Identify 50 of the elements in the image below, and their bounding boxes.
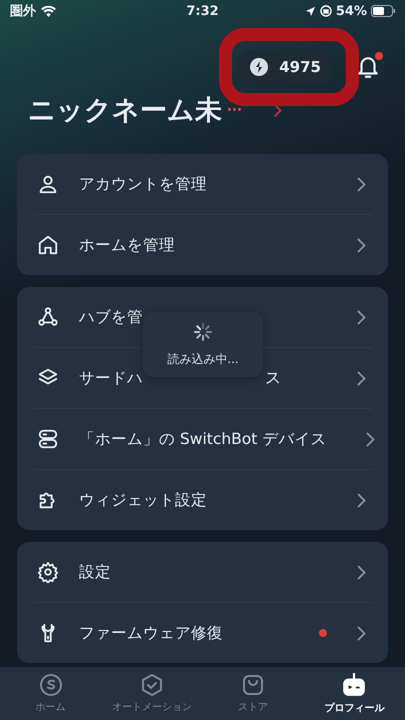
menu-item[interactable]: ウィジェット設定 [33,469,372,530]
menu-label: ホームを管理 [79,234,175,256]
chevron-icon [357,492,366,508]
menu-label: 設定 [79,562,111,582]
location-icon [304,6,316,16]
nickname-title[interactable]: ニックネーム未 [28,92,222,128]
points-badge[interactable]: 4975 [239,50,333,84]
chevron-icon [357,370,366,386]
loading-text: 読み込み中... [167,351,239,368]
wifi-icon [41,6,56,16]
menu-item[interactable]: アカウントを管理 [33,154,372,214]
battery-icon [371,5,395,17]
menu-item[interactable]: 設定 [33,542,372,602]
clock-text: 7:32 [186,4,219,18]
menu-label: ファームウェア修復 [79,622,223,644]
settings-icon [37,561,59,583]
chevron-icon [366,432,376,446]
battery-percent: 54% [336,4,367,18]
chevron-icon [357,564,366,580]
coin-icon [249,57,270,77]
menu-item[interactable]: ファームウェア修復 [33,602,372,663]
bag-icon [241,673,266,697]
menu-label: サードハ [79,368,143,388]
tab-item[interactable]: ホーム [0,667,102,720]
menu-label: ハブを管 [79,306,143,328]
menu-item[interactable]: 「ホーム」の SwitchBot デバイス [33,408,372,469]
menu-label: アカウントを管理 [79,174,207,194]
tab-item[interactable]: プロフィール [304,667,405,720]
chevron-icon [357,310,366,324]
ellipsis-text: ··· [226,98,241,122]
rotation-lock-icon [320,5,332,17]
chevron-icon [357,176,366,192]
house-icon [37,234,59,256]
hub-icon [37,306,59,328]
tab-item[interactable]: オートメーション [101,667,202,720]
menu-item[interactable]: ハブを管 [33,287,372,347]
robot-icon [341,672,368,698]
menu-label: ス [265,368,281,388]
check-badge-icon [140,673,164,697]
chevron-icon [357,238,366,252]
carrier-text: 圏外 [10,3,36,20]
chevron-icon [357,626,366,640]
menu-item[interactable]: ホームを管理 [33,214,372,275]
switch-icon [37,428,59,450]
person-icon [37,173,59,195]
spinner-icon [192,321,214,343]
menu-label: ウィジェット設定 [79,490,207,510]
tab-item[interactable]: ストア [202,667,304,720]
coin-icon [38,673,63,697]
menu-label: 「ホーム」の SwitchBot デバイス [79,428,326,450]
